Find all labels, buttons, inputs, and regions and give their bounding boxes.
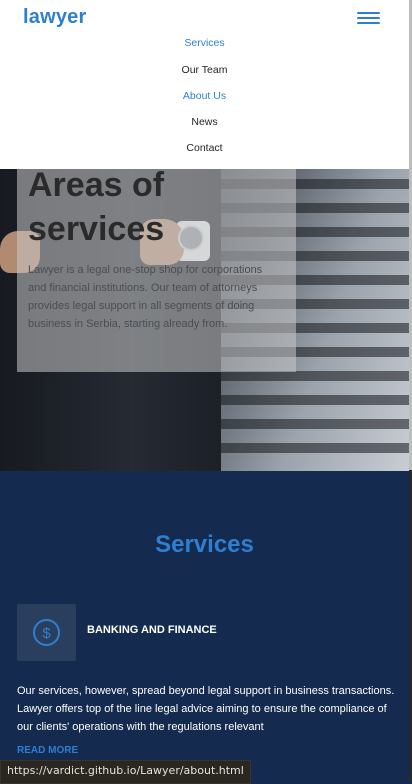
site-header: lawyer Services Our Team About Us News C… xyxy=(0,0,409,169)
hamburger-menu-icon[interactable] xyxy=(357,9,381,27)
service-icon-box: $ xyxy=(17,604,76,661)
dollar-circle-icon: $ xyxy=(33,619,60,646)
read-more-link[interactable]: READ MORE xyxy=(17,745,78,756)
hero-description: Lawyer is a legal one-stop shop for corp… xyxy=(28,264,263,330)
service-title: BANKING AND FINANCE xyxy=(87,624,217,636)
nav-item-news[interactable]: News xyxy=(0,116,409,128)
services-section: Services $ BANKING AND FINANCE Our servi… xyxy=(0,471,409,782)
hero-title: Areas of services xyxy=(28,166,165,248)
services-heading: Services xyxy=(155,531,254,558)
service-description: Our services, however, spread beyond leg… xyxy=(17,685,395,733)
nav-item-our-team[interactable]: Our Team xyxy=(0,64,409,76)
site-logo[interactable]: lawyer xyxy=(23,6,86,29)
nav-item-contact[interactable]: Contact xyxy=(0,142,409,154)
link-status-url: https://vardict.github.io/Lawyer/about.h… xyxy=(0,760,251,784)
svg-text:$: $ xyxy=(42,625,51,642)
nav-item-services[interactable]: Services xyxy=(0,37,409,49)
nav-item-about-us[interactable]: About Us xyxy=(0,90,409,102)
